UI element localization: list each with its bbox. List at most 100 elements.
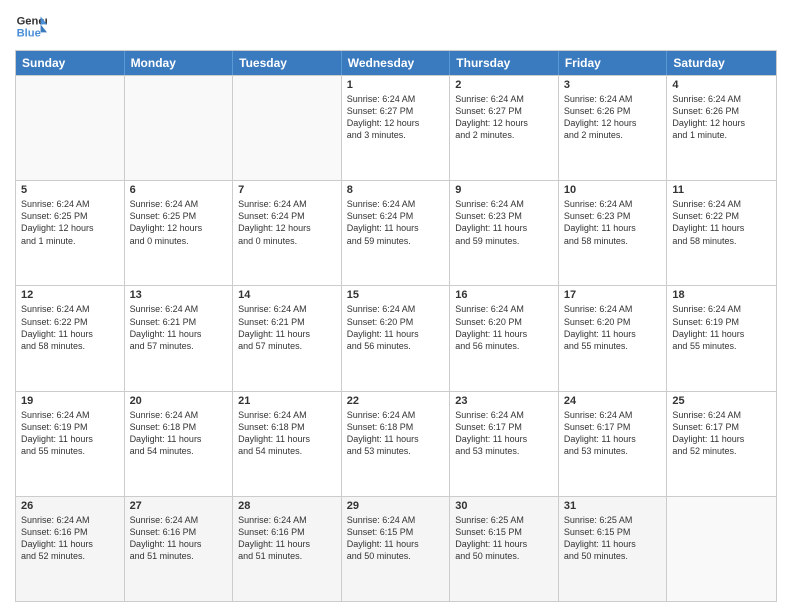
cell-info: Sunrise: 6:24 AM Sunset: 6:17 PM Dayligh… (672, 409, 771, 458)
day-number: 2 (455, 79, 553, 91)
cell-info: Sunrise: 6:24 AM Sunset: 6:18 PM Dayligh… (130, 409, 228, 458)
day-number: 24 (564, 395, 662, 407)
cell-info: Sunrise: 6:24 AM Sunset: 6:24 PM Dayligh… (238, 198, 336, 247)
day-number: 31 (564, 500, 662, 512)
cal-cell: 23 Sunrise: 6:24 AM Sunset: 6:17 PM Dayli… (450, 392, 559, 496)
day-number: 23 (455, 395, 553, 407)
cell-info: Sunrise: 6:24 AM Sunset: 6:21 PM Dayligh… (130, 303, 228, 352)
cell-info: Sunrise: 6:24 AM Sunset: 6:17 PM Dayligh… (564, 409, 662, 458)
calendar-header: SundayMondayTuesdayWednesdayThursdayFrid… (16, 51, 776, 75)
cal-cell: 22 Sunrise: 6:24 AM Sunset: 6:18 PM Dayli… (342, 392, 451, 496)
day-number: 17 (564, 289, 662, 301)
cell-info: Sunrise: 6:24 AM Sunset: 6:26 PM Dayligh… (564, 93, 662, 142)
cell-info: Sunrise: 6:24 AM Sunset: 6:20 PM Dayligh… (455, 303, 553, 352)
cell-info: Sunrise: 6:24 AM Sunset: 6:20 PM Dayligh… (564, 303, 662, 352)
header-day-friday: Friday (559, 51, 668, 75)
cal-cell (233, 76, 342, 180)
cell-info: Sunrise: 6:24 AM Sunset: 6:16 PM Dayligh… (130, 514, 228, 563)
week-row-5: 26Sunrise: 6:24 AM Sunset: 6:16 PM Dayli… (16, 496, 776, 601)
cal-cell: 2Sunrise: 6:24 AM Sunset: 6:27 PM Daylig… (450, 76, 559, 180)
cal-cell: 12 Sunrise: 6:24 AM Sunset: 6:22 PM Dayli… (16, 286, 125, 390)
cal-cell: 25 Sunrise: 6:24 AM Sunset: 6:17 PM Dayli… (667, 392, 776, 496)
day-number: 22 (347, 395, 445, 407)
cell-info: Sunrise: 6:24 AM Sunset: 6:24 PM Dayligh… (347, 198, 445, 247)
cal-cell: 20 Sunrise: 6:24 AM Sunset: 6:18 PM Dayli… (125, 392, 234, 496)
cal-cell: 14 Sunrise: 6:24 AM Sunset: 6:21 PM Dayli… (233, 286, 342, 390)
day-number: 11 (672, 184, 771, 196)
cal-cell (16, 76, 125, 180)
day-number: 28 (238, 500, 336, 512)
day-number: 20 (130, 395, 228, 407)
cal-cell: 31 Sunrise: 6:25 AM Sunset: 6:15 PM Dayli… (559, 497, 668, 601)
day-number: 27 (130, 500, 228, 512)
cal-cell: 27 Sunrise: 6:24 AM Sunset: 6:16 PM Dayli… (125, 497, 234, 601)
cell-info: Sunrise: 6:24 AM Sunset: 6:19 PM Dayligh… (672, 303, 771, 352)
day-number: 19 (21, 395, 119, 407)
cell-info: Sunrise: 6:24 AM Sunset: 6:21 PM Dayligh… (238, 303, 336, 352)
week-row-3: 12 Sunrise: 6:24 AM Sunset: 6:22 PM Dayli… (16, 285, 776, 390)
day-number: 10 (564, 184, 662, 196)
day-number: 16 (455, 289, 553, 301)
day-number: 1 (347, 79, 445, 91)
cal-cell: 1 Sunrise: 6:24 AM Sunset: 6:27 PM Daylig… (342, 76, 451, 180)
cal-cell: 28 Sunrise: 6:24 AM Sunset: 6:16 PM Dayli… (233, 497, 342, 601)
header-day-sunday: Sunday (16, 51, 125, 75)
day-number: 3 (564, 79, 662, 91)
cal-cell: 26Sunrise: 6:24 AM Sunset: 6:16 PM Dayli… (16, 497, 125, 601)
cal-cell: 10 Sunrise: 6:24 AM Sunset: 6:23 PM Dayli… (559, 181, 668, 285)
cell-info: Sunrise: 6:24 AM Sunset: 6:17 PM Dayligh… (455, 409, 553, 458)
day-number: 29 (347, 500, 445, 512)
header-day-monday: Monday (125, 51, 234, 75)
day-number: 12 (21, 289, 119, 301)
cal-cell: 30 Sunrise: 6:25 AM Sunset: 6:15 PM Dayli… (450, 497, 559, 601)
week-row-2: 5 Sunrise: 6:24 AM Sunset: 6:25 PM Daylig… (16, 180, 776, 285)
cell-info: Sunrise: 6:24 AM Sunset: 6:23 PM Dayligh… (455, 198, 553, 247)
day-number: 6 (130, 184, 228, 196)
day-number: 9 (455, 184, 553, 196)
header-day-thursday: Thursday (450, 51, 559, 75)
cal-cell: 5Sunrise: 6:24 AM Sunset: 6:25 PM Daylig… (16, 181, 125, 285)
day-number: 13 (130, 289, 228, 301)
calendar-body: 1 Sunrise: 6:24 AM Sunset: 6:27 PM Daylig… (16, 75, 776, 601)
cal-cell: 17 Sunrise: 6:24 AM Sunset: 6:20 PM Dayli… (559, 286, 668, 390)
cal-cell (667, 497, 776, 601)
calendar: SundayMondayTuesdayWednesdayThursdayFrid… (15, 50, 777, 602)
cell-info: Sunrise: 6:24 AM Sunset: 6:18 PM Dayligh… (347, 409, 445, 458)
cell-info: Sunrise: 6:24 AM Sunset: 6:23 PM Dayligh… (564, 198, 662, 247)
cal-cell: 19 Sunrise: 6:24 AM Sunset: 6:19 PM Dayli… (16, 392, 125, 496)
header: General Blue (15, 10, 777, 42)
cal-cell: 15Sunrise: 6:24 AM Sunset: 6:20 PM Dayli… (342, 286, 451, 390)
day-number: 30 (455, 500, 553, 512)
cal-cell: 7Sunrise: 6:24 AM Sunset: 6:24 PM Daylig… (233, 181, 342, 285)
cell-info: Sunrise: 6:24 AM Sunset: 6:19 PM Dayligh… (21, 409, 119, 458)
cal-cell: 24 Sunrise: 6:24 AM Sunset: 6:17 PM Dayli… (559, 392, 668, 496)
cal-cell (125, 76, 234, 180)
header-day-saturday: Saturday (667, 51, 776, 75)
logo: General Blue (15, 10, 47, 42)
cal-cell: 16 Sunrise: 6:24 AM Sunset: 6:20 PM Dayli… (450, 286, 559, 390)
cell-info: Sunrise: 6:24 AM Sunset: 6:16 PM Dayligh… (238, 514, 336, 563)
week-row-1: 1 Sunrise: 6:24 AM Sunset: 6:27 PM Daylig… (16, 75, 776, 180)
cell-info: Sunrise: 6:25 AM Sunset: 6:15 PM Dayligh… (455, 514, 553, 563)
day-number: 25 (672, 395, 771, 407)
cell-info: Sunrise: 6:24 AM Sunset: 6:27 PM Dayligh… (347, 93, 445, 142)
header-day-tuesday: Tuesday (233, 51, 342, 75)
day-number: 21 (238, 395, 336, 407)
cell-info: Sunrise: 6:24 AM Sunset: 6:26 PM Dayligh… (672, 93, 771, 142)
day-number: 5 (21, 184, 119, 196)
cell-info: Sunrise: 6:24 AM Sunset: 6:18 PM Dayligh… (238, 409, 336, 458)
day-number: 8 (347, 184, 445, 196)
cal-cell: 21 Sunrise: 6:24 AM Sunset: 6:18 PM Dayli… (233, 392, 342, 496)
cell-info: Sunrise: 6:24 AM Sunset: 6:15 PM Dayligh… (347, 514, 445, 563)
day-number: 15 (347, 289, 445, 301)
cal-cell: 29 Sunrise: 6:24 AM Sunset: 6:15 PM Dayli… (342, 497, 451, 601)
day-number: 14 (238, 289, 336, 301)
cell-info: Sunrise: 6:24 AM Sunset: 6:16 PM Dayligh… (21, 514, 119, 563)
cal-cell: 6 Sunrise: 6:24 AM Sunset: 6:25 PM Daylig… (125, 181, 234, 285)
day-number: 4 (672, 79, 771, 91)
logo-icon: General Blue (15, 10, 47, 42)
cal-cell: 8 Sunrise: 6:24 AM Sunset: 6:24 PM Daylig… (342, 181, 451, 285)
cell-info: Sunrise: 6:24 AM Sunset: 6:25 PM Dayligh… (130, 198, 228, 247)
cell-info: Sunrise: 6:24 AM Sunset: 6:22 PM Dayligh… (21, 303, 119, 352)
cell-info: Sunrise: 6:25 AM Sunset: 6:15 PM Dayligh… (564, 514, 662, 563)
